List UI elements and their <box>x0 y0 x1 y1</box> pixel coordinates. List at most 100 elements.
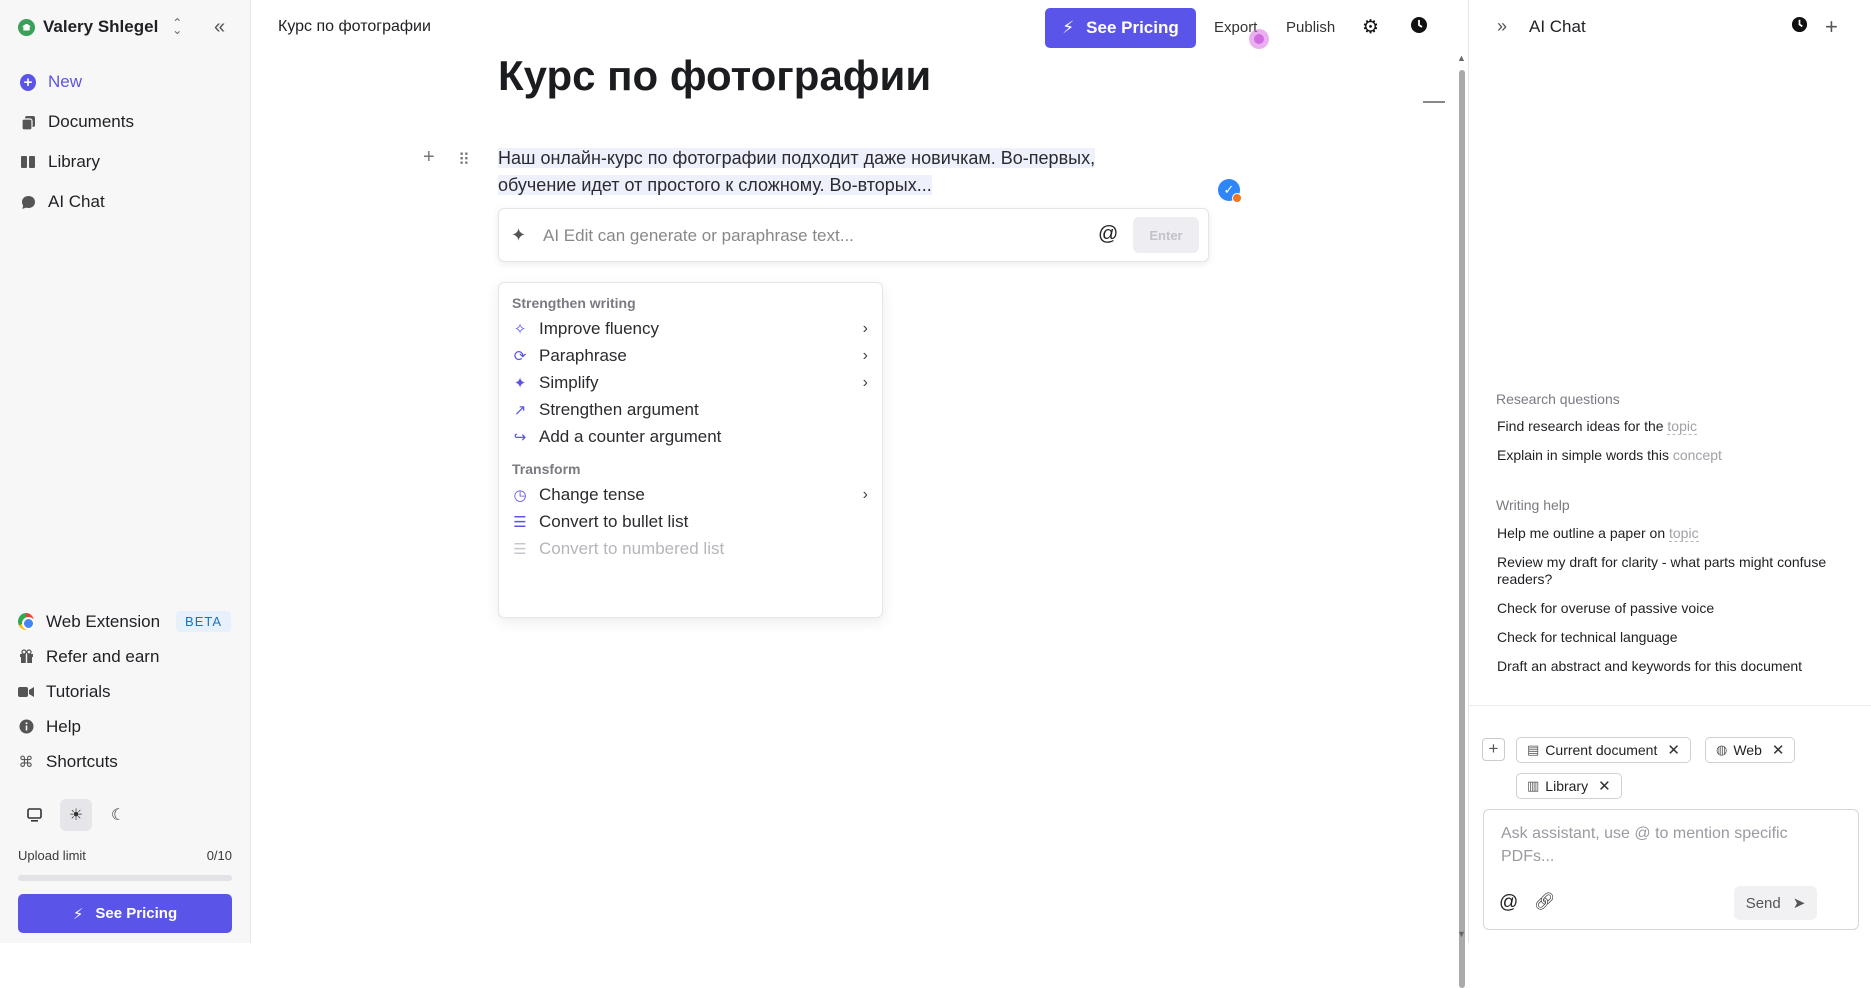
menu-item-simplify[interactable]: ✦ Simplify › <box>512 370 872 396</box>
history-clock-icon[interactable] <box>1410 16 1428 40</box>
document-title[interactable]: Курс по фотографии <box>498 52 931 100</box>
settings-gear-icon[interactable]: ⚙ <box>1362 16 1379 39</box>
chat-bubble-icon <box>20 194 36 210</box>
send-button[interactable]: Send ➤ <box>1734 886 1817 920</box>
monitor-icon[interactable] <box>18 799 50 831</box>
updown-chevron-icon: ⌃ ⌄ <box>172 16 183 37</box>
cta-label: See Pricing <box>1086 18 1179 37</box>
suggestion-item[interactable]: Help me outline a paper on topic <box>1497 525 1857 542</box>
sidebar-item-help[interactable]: Help <box>18 709 231 744</box>
lightning-icon: ⚡ <box>1062 18 1075 37</box>
suggestion-text: Explain in simple words this <box>1497 447 1669 463</box>
refresh-arrows-icon: ⟳ <box>513 348 527 365</box>
scroll-down-arrow-icon[interactable]: ▼ <box>1457 929 1466 939</box>
theme-switcher: ☀ ☾ <box>18 799 134 831</box>
editor-scrollbar[interactable]: ▲ ▼ <box>1457 53 1467 988</box>
menu-item-strengthen-argument[interactable]: ↗ Strengthen argument <box>512 397 872 423</box>
context-chip-current-document[interactable]: ▤ Current document ✕ <box>1516 737 1691 763</box>
sidebar-item-new[interactable]: + New <box>20 62 134 102</box>
enter-button[interactable]: Enter <box>1133 217 1199 253</box>
chat-history-clock-icon[interactable] <box>1791 16 1808 38</box>
scroll-up-arrow-icon[interactable]: ▲ <box>1457 53 1466 63</box>
remove-chip-close-icon[interactable]: ✕ <box>1667 741 1680 759</box>
chat-input[interactable] <box>1501 822 1841 872</box>
outline-toggle-icon[interactable] <box>1423 101 1445 103</box>
lightning-icon: ⚡ <box>72 905 84 923</box>
ai-edit-input[interactable] <box>543 223 1063 249</box>
scrollbar-thumb[interactable] <box>1459 70 1465 988</box>
menu-item-bullet-list[interactable]: ☰ Convert to bullet list <box>512 509 872 535</box>
context-chip-web[interactable]: ◍ Web ✕ <box>1705 737 1796 763</box>
sidebar-item-label: Help <box>46 716 81 736</box>
numbered-list-icon: ☰ <box>513 541 527 558</box>
sidebar-item-label: Refer and earn <box>46 646 160 666</box>
chip-label: Current document <box>1545 742 1658 758</box>
collapse-panel-icon[interactable]: » <box>1497 16 1507 37</box>
suggestion-item[interactable]: Review my draft for clarity - what parts… <box>1497 554 1857 588</box>
add-context-plus-icon[interactable]: + <box>1482 738 1505 761</box>
chat-composer: @ 🔗︎ Send ➤ <box>1483 809 1859 930</box>
sidebar-item-label: New <box>48 72 83 91</box>
library-icon <box>20 154 36 170</box>
sidebar-item-library[interactable]: Library <box>20 142 134 182</box>
sidebar-item-shortcuts[interactable]: ⌘ Shortcuts <box>18 744 231 779</box>
drag-handle-icon[interactable]: ⠿ <box>458 150 470 170</box>
mention-at-icon[interactable]: @ <box>1499 892 1518 914</box>
attach-link-icon[interactable]: 🔗︎ <box>1534 892 1556 912</box>
add-block-icon[interactable]: + <box>423 146 435 169</box>
collapse-sidebar-icon[interactable]: « <box>214 16 225 39</box>
menu-item-label: Change tense <box>539 485 645 504</box>
mention-at-icon[interactable]: @ <box>1098 223 1118 246</box>
suggestion-item[interactable]: Check for technical language <box>1497 629 1857 646</box>
redo-arrow-icon: ↪ <box>513 429 527 446</box>
menu-item-label: Simplify <box>539 373 599 392</box>
remove-chip-close-icon[interactable]: ✕ <box>1598 777 1611 795</box>
document-breadcrumb[interactable]: Курс по фотографии <box>278 18 431 36</box>
chrome-icon <box>18 613 35 630</box>
menu-item-improve-fluency[interactable]: ✧ Improve fluency › <box>512 316 872 342</box>
command-key-icon: ⌘ <box>18 753 34 771</box>
suggestion-item[interactable]: Check for overuse of passive voice <box>1497 600 1857 617</box>
sidebar-item-tutorials[interactable]: Tutorials <box>18 674 231 709</box>
publish-button[interactable]: Publish <box>1286 19 1335 36</box>
chevron-right-icon: › <box>862 374 868 391</box>
remove-chip-close-icon[interactable]: ✕ <box>1772 741 1785 759</box>
sun-icon[interactable]: ☀ <box>60 799 92 831</box>
suggestion-item[interactable]: Draft an abstract and keywords for this … <box>1497 658 1857 675</box>
menu-item-change-tense[interactable]: ◷ Change tense › <box>512 482 872 508</box>
clock-icon: ◷ <box>513 487 527 504</box>
new-chat-plus-icon[interactable]: + <box>1825 14 1838 40</box>
user-switcher[interactable]: Valery Shlegel ⌃ ⌄ <box>18 17 182 37</box>
menu-item-counter-argument[interactable]: ↪ Add a counter argument <box>512 424 872 450</box>
sidebar-item-documents[interactable]: Documents <box>20 102 134 142</box>
menu-item-paraphrase[interactable]: ⟳ Paraphrase › <box>512 343 872 369</box>
moon-icon[interactable]: ☾ <box>102 799 134 831</box>
sidebar-item-ai-chat[interactable]: AI Chat <box>20 182 134 222</box>
selected-paragraph[interactable]: Наш онлайн-курс по фотографии подходит д… <box>498 145 1148 199</box>
upload-limit: Upload limit 0/10 <box>18 848 232 881</box>
menu-item-numbered-list[interactable]: ☰ Convert to numbered list <box>512 536 872 562</box>
suggestion-item[interactable]: Explain in simple words this concept <box>1497 447 1857 464</box>
suggestion-item[interactable]: Find research ideas for the topic <box>1497 418 1857 435</box>
menu-item-label: Convert to numbered list <box>539 539 725 558</box>
grammar-check-icon[interactable]: ✓ <box>1218 179 1242 203</box>
menu-section-transform: Transform <box>512 461 581 477</box>
sparkles-icon: ✦ <box>513 375 527 392</box>
panel-title: AI Chat <box>1529 17 1586 36</box>
sidebar-item-label: AI Chat <box>48 192 105 211</box>
chevron-right-icon: › <box>862 320 868 337</box>
sidebar-item-refer[interactable]: Refer and earn <box>18 639 231 674</box>
context-chip-library[interactable]: ▥ Library ✕ <box>1516 773 1622 799</box>
sidebar-item-web-extension[interactable]: Web Extension BETA <box>18 604 232 639</box>
menu-item-label: Add a counter argument <box>539 427 722 446</box>
see-pricing-button[interactable]: ⚡ See Pricing <box>1045 8 1196 48</box>
bullet-list-icon: ☰ <box>513 514 527 531</box>
send-arrow-icon: ➤ <box>1792 895 1806 912</box>
chevron-right-icon: › <box>862 347 868 364</box>
workspace-avatar-icon <box>18 18 35 36</box>
library-icon: ▥ <box>1527 778 1540 793</box>
sidebar-see-pricing-button[interactable]: ⚡ See Pricing <box>18 894 232 933</box>
suggestion-placeholder: concept <box>1672 447 1722 463</box>
video-camera-icon <box>18 684 34 700</box>
suggestion-placeholder: topic <box>1667 418 1697 435</box>
